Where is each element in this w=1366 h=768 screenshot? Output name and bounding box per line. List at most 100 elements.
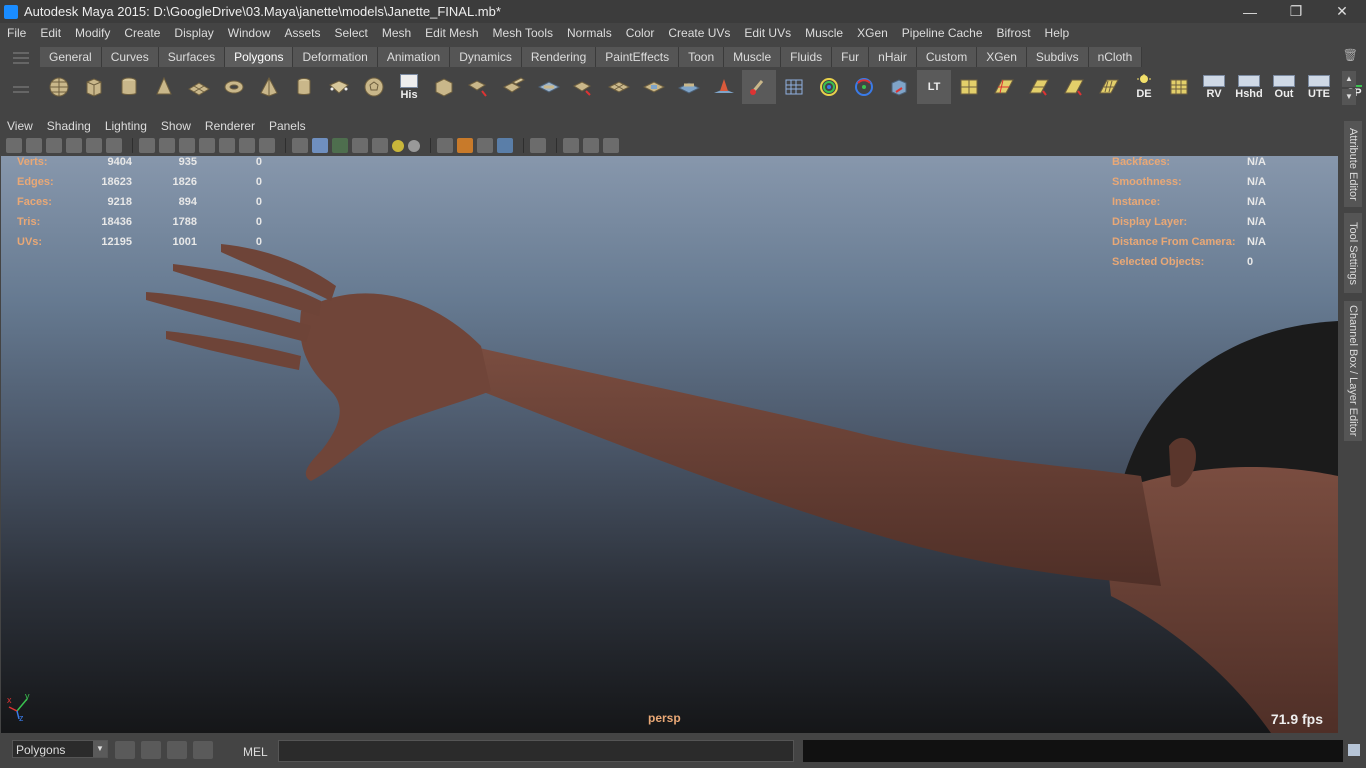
use-all-lights-icon[interactable] — [392, 139, 404, 152]
soft-mod-icon[interactable] — [847, 70, 881, 104]
xray-active-components-icon[interactable] — [583, 138, 599, 153]
menu-select[interactable]: Select — [327, 26, 374, 40]
uv-layout-icon[interactable] — [952, 70, 986, 104]
menu-edit-mesh[interactable]: Edit Mesh — [418, 26, 485, 40]
shadows-icon[interactable] — [408, 139, 420, 152]
persp-viewport[interactable]: Verts: 9404 935 0 Edges: 18623 1826 0 Fa… — [1, 156, 1338, 733]
make-hole-icon[interactable] — [672, 70, 706, 104]
side-tab-tool-settings[interactable]: Tool Settings — [1344, 213, 1362, 293]
shelf-menu-handle[interactable] — [9, 49, 33, 109]
panel-menu-show[interactable]: Show — [154, 119, 198, 133]
panel-menu-view[interactable]: View — [0, 119, 40, 133]
shelf-scroll[interactable]: ▲ ▼ — [1342, 71, 1356, 105]
menu-create-uvs[interactable]: Create UVs — [661, 26, 737, 40]
grease-pencil-icon[interactable] — [86, 138, 102, 153]
transfer-attributes-icon[interactable] — [882, 70, 916, 104]
menu-edit[interactable]: Edit — [33, 26, 68, 40]
motion-blur-icon[interactable] — [457, 138, 473, 153]
2d-pan-zoom-icon[interactable] — [106, 138, 122, 153]
menu-display[interactable]: Display — [167, 26, 220, 40]
side-tab-channel-box[interactable]: Channel Box / Layer Editor — [1344, 301, 1362, 441]
shelf-tab-rendering[interactable]: Rendering — [521, 47, 597, 67]
menu-mesh-tools[interactable]: Mesh Tools — [486, 26, 560, 40]
menu-xgen[interactable]: XGen — [850, 26, 895, 40]
panel-menu-renderer[interactable]: Renderer — [198, 119, 262, 133]
menu-normals[interactable]: Normals — [560, 26, 619, 40]
gate-mask-icon[interactable] — [199, 138, 215, 153]
hypershade-icon[interactable]: Hshd — [1232, 70, 1266, 104]
menu-modify[interactable]: Modify — [68, 26, 117, 40]
panel-menu-shading[interactable]: Shading — [40, 119, 98, 133]
lattice-icon[interactable] — [777, 70, 811, 104]
script-editor-button-icon[interactable] — [1348, 744, 1360, 756]
uv-cylindrical-icon[interactable] — [1022, 70, 1056, 104]
shelf-tab-toon[interactable]: Toon — [679, 47, 725, 67]
poly-sphere-icon[interactable] — [42, 70, 76, 104]
camera-attributes-icon[interactable] — [26, 138, 42, 153]
outliner-icon[interactable]: Out — [1267, 70, 1301, 104]
menu-edit-uvs[interactable]: Edit UVs — [737, 26, 798, 40]
menu-assets[interactable]: Assets — [277, 26, 327, 40]
render-view-icon[interactable]: RV — [1197, 70, 1231, 104]
shelf-tab-subdivs[interactable]: Subdivs — [1026, 47, 1089, 67]
rotate-manip-icon[interactable] — [812, 70, 846, 104]
shelf-tab-painteffects[interactable]: PaintEffects — [596, 47, 680, 67]
wireframe-icon[interactable] — [292, 138, 308, 153]
snap-icon[interactable] — [115, 741, 135, 759]
menu-bifrost[interactable]: Bifrost — [990, 26, 1038, 40]
safe-title-icon[interactable] — [259, 138, 275, 153]
extract-icon[interactable] — [497, 70, 531, 104]
uv-planar-icon[interactable] — [987, 70, 1021, 104]
separate-icon[interactable] — [462, 70, 496, 104]
shelf-tab-deformation[interactable]: Deformation — [293, 47, 378, 67]
side-tab-attribute-editor[interactable]: Attribute Editor — [1344, 121, 1362, 207]
display-edges-icon[interactable]: DE — [1127, 70, 1161, 104]
booleans-icon[interactable] — [532, 70, 566, 104]
outliner-toggle-icon[interactable] — [167, 741, 187, 759]
history-icon[interactable]: His — [392, 70, 426, 104]
menu-mesh[interactable]: Mesh — [375, 26, 418, 40]
shelf-tab-fur[interactable]: Fur — [832, 47, 870, 67]
chevron-down-icon[interactable]: ▼ — [93, 741, 107, 757]
screen-space-ao-icon[interactable] — [437, 138, 453, 153]
script-editor-icon[interactable] — [141, 741, 161, 759]
poly-torus-icon[interactable] — [217, 70, 251, 104]
close-button[interactable]: ✕ — [1319, 0, 1365, 23]
menu-create[interactable]: Create — [117, 26, 167, 40]
poly-pipe-icon[interactable] — [287, 70, 321, 104]
shelf-tab-xgen[interactable]: XGen — [977, 47, 1027, 67]
menu-window[interactable]: Window — [221, 26, 278, 40]
poly-pyramid-icon[interactable] — [252, 70, 286, 104]
mel-label[interactable]: MEL — [243, 745, 268, 759]
combine-icon[interactable] — [427, 70, 461, 104]
textured-icon[interactable] — [372, 138, 388, 153]
shelf-scroll-up-icon[interactable]: ▲ — [1342, 71, 1356, 87]
menu-pipeline-cache[interactable]: Pipeline Cache — [895, 26, 990, 40]
poly-cube-icon[interactable] — [77, 70, 111, 104]
minimize-button[interactable]: — — [1227, 0, 1273, 23]
menu-help[interactable]: Help — [1038, 26, 1077, 40]
restore-button[interactable]: ❐ — [1273, 0, 1319, 23]
poly-helix-icon[interactable] — [322, 70, 356, 104]
shelf-tab-ncloth[interactable]: nCloth — [1088, 47, 1143, 67]
shelf-tab-custom[interactable]: Custom — [916, 47, 978, 67]
menu-color[interactable]: Color — [619, 26, 662, 40]
sculpt-geometry-icon[interactable] — [707, 70, 741, 104]
fill-hole-icon[interactable] — [637, 70, 671, 104]
image-plane-icon[interactable] — [66, 138, 82, 153]
channel-box-toggle-icon[interactable] — [193, 741, 213, 759]
shelf-tab-polygons[interactable]: Polygons — [225, 47, 294, 67]
shelf-tab-general[interactable]: General — [40, 47, 102, 67]
panel-menu-lighting[interactable]: Lighting — [98, 119, 154, 133]
grid-icon[interactable] — [139, 138, 155, 153]
safe-action-icon[interactable] — [239, 138, 255, 153]
uv-spherical-icon[interactable] — [1057, 70, 1091, 104]
poly-cylinder-icon[interactable] — [112, 70, 146, 104]
bookmarks-icon[interactable] — [46, 138, 62, 153]
shelf-tab-dynamics[interactable]: Dynamics — [450, 47, 522, 67]
shelf-tab-curves[interactable]: Curves — [101, 47, 159, 67]
poly-soccer-ball-icon[interactable] — [357, 70, 391, 104]
uv-automatic-icon[interactable] — [1092, 70, 1126, 104]
light-toggle-icon[interactable]: LT — [917, 70, 951, 104]
menu-file[interactable]: File — [0, 26, 33, 40]
